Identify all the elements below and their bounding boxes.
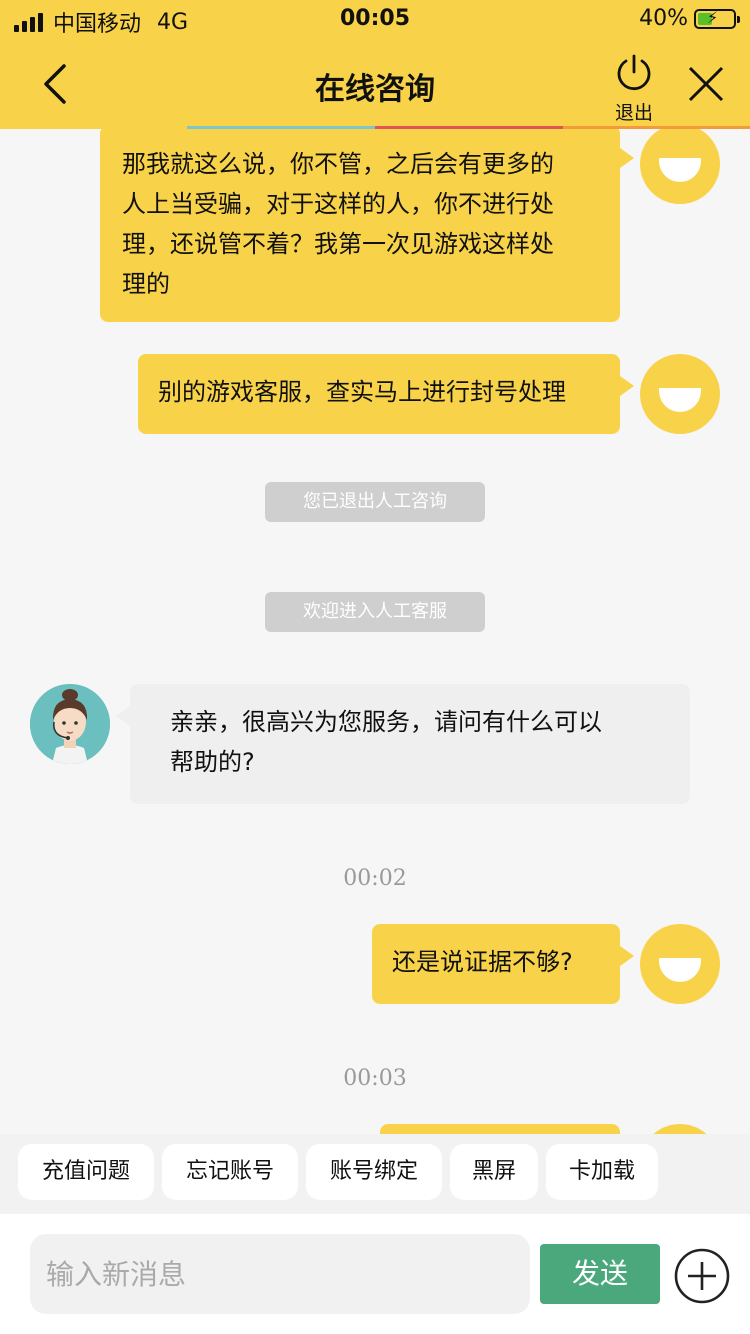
quick-reply-chip[interactable]: 卡加载 xyxy=(546,1144,658,1200)
outgoing-message: 那我就这么说，你不管，之后会有更多的 人上当受骗，对于这样的人，你不进行处 理，… xyxy=(100,129,634,322)
quick-reply-chip[interactable]: 黑屏 xyxy=(450,1144,538,1200)
outgoing-message: 还是说证据不够? xyxy=(372,924,634,1004)
quick-reply-chip[interactable]: 账号绑定 xyxy=(306,1144,442,1200)
system-notice: 您已退出人工咨询 xyxy=(265,482,485,522)
message-line: 帮助的? xyxy=(170,748,255,776)
nav-bar: 在线咨询 退出 xyxy=(0,40,750,128)
user-avatar xyxy=(640,924,720,1004)
incoming-message: 亲亲，很高兴为您服务，请问有什么可以 帮助的? xyxy=(116,684,690,804)
send-button[interactable]: 发送 xyxy=(540,1244,660,1304)
add-attachment-icon[interactable] xyxy=(674,1248,730,1304)
user-avatar xyxy=(640,129,720,204)
status-right: 40% ⚡ xyxy=(639,6,740,31)
message-line: 那我就这么说，你不管，之后会有更多的 xyxy=(122,150,554,178)
quick-reply-chip[interactable]: 充值问题 xyxy=(18,1144,154,1200)
message-line: 理，还说管不着？我第一次见游戏这样处 xyxy=(122,230,554,258)
exit-button[interactable]: 退出 xyxy=(604,52,664,124)
power-icon xyxy=(617,54,651,91)
message-text: 还是说证据不够? xyxy=(392,948,573,976)
message-timestamp: 00:03 xyxy=(343,1066,407,1091)
status-time: 00:05 xyxy=(339,6,411,31)
close-icon[interactable] xyxy=(686,64,726,104)
outgoing-message: 别的游戏客服，查实马上进行封号处理 xyxy=(138,354,634,434)
outgoing-message xyxy=(380,1124,620,1134)
user-avatar xyxy=(640,354,720,434)
quick-reply-chip[interactable]: 忘记账号 xyxy=(162,1144,298,1200)
chat-area[interactable]: 那我就这么说，你不管，之后会有更多的 人上当受骗，对于这样的人，你不进行处 理，… xyxy=(0,129,750,1134)
charging-bolt-icon: ⚡ xyxy=(707,7,719,27)
message-line: 人上当受骗，对于这样的人，你不进行处 xyxy=(122,190,554,218)
message-input[interactable] xyxy=(30,1234,530,1314)
agent-portrait-icon xyxy=(30,684,110,764)
message-line: 理的 xyxy=(122,270,170,298)
quick-replies: 充值问题 忘记账号 账号绑定 黑屏 卡加载 xyxy=(0,1134,750,1214)
message-line: 亲亲，很高兴为您服务，请问有什么可以 xyxy=(170,708,602,736)
input-bar: 发送 xyxy=(0,1214,750,1334)
status-bar: 中国移动 4G 00:05 40% ⚡ xyxy=(0,0,750,40)
battery-icon: ⚡ xyxy=(694,7,740,29)
agent-avatar xyxy=(30,684,110,764)
system-notice: 欢迎进入人工客服 xyxy=(265,592,485,632)
user-avatar xyxy=(640,1124,720,1134)
battery-percent: 40% xyxy=(639,6,688,31)
exit-label: 退出 xyxy=(614,102,653,124)
message-timestamp: 00:02 xyxy=(343,866,407,891)
message-text: 别的游戏客服，查实马上进行封号处理 xyxy=(158,378,566,406)
